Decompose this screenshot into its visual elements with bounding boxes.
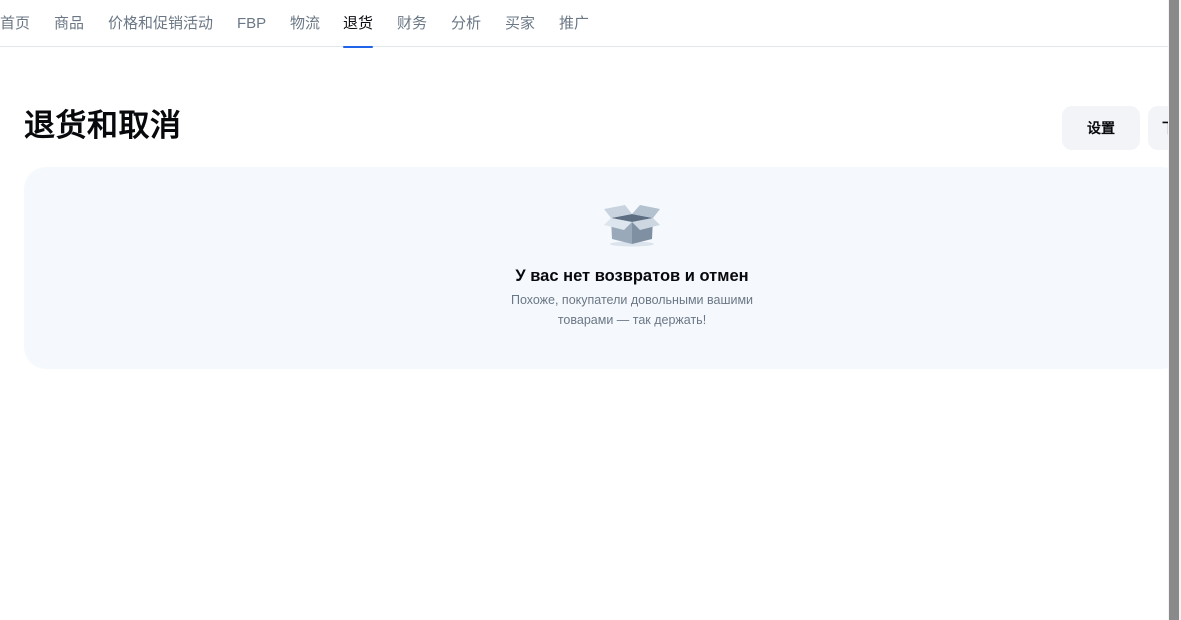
page: 首页 商品 价格和促销活动 FBP 物流 退货 财务 分析 买家 推广 退货和取… xyxy=(0,0,1181,620)
nav-item-returns[interactable]: 退货 xyxy=(343,0,374,48)
page-title: 退货和取消 xyxy=(24,108,182,143)
main-viewport: 首页 商品 价格和促销活动 FBP 物流 退货 财务 分析 买家 推广 退货和取… xyxy=(0,0,1168,620)
empty-state-subtitle-line-1: Похоже, покупатели довольными вашими xyxy=(510,293,754,307)
open-box-icon xyxy=(604,205,660,247)
nav-item-analytics[interactable]: 分析 xyxy=(451,0,481,47)
nav-item-prices-promotions[interactable]: 价格和促销活动 xyxy=(108,0,213,47)
nav-item-home[interactable]: 首页 xyxy=(0,0,30,47)
nav-item-fbp[interactable]: FBP xyxy=(237,0,266,47)
scrollbar-thumb[interactable] xyxy=(1169,0,1179,620)
nav-item-finance[interactable]: 财务 xyxy=(397,0,427,47)
nav-item-products[interactable]: 商品 xyxy=(54,0,84,47)
vertical-scrollbar[interactable] xyxy=(1168,0,1181,620)
top-navigation: 首页 商品 价格和促销活动 FBP 物流 退货 财务 分析 买家 推广 xyxy=(0,0,1168,48)
nav-item-buyers[interactable]: 买家 xyxy=(505,0,535,47)
nav-item-logistics[interactable]: 物流 xyxy=(290,0,320,47)
download-button[interactable]: 下 xyxy=(1148,106,1168,150)
nav-item-promotion[interactable]: 推广 xyxy=(559,0,589,47)
empty-state-title: У вас нет возвратов и отмен xyxy=(515,267,749,285)
settings-button[interactable]: 设置 xyxy=(1062,106,1140,150)
empty-state-subtitle-line-2: товарами — так держать! xyxy=(557,313,707,327)
empty-state-subtitle: Похоже, покупатели довольными вашими тов… xyxy=(482,290,782,330)
empty-state-card: У вас нет возвратов и отмен Похоже, поку… xyxy=(24,167,1168,369)
